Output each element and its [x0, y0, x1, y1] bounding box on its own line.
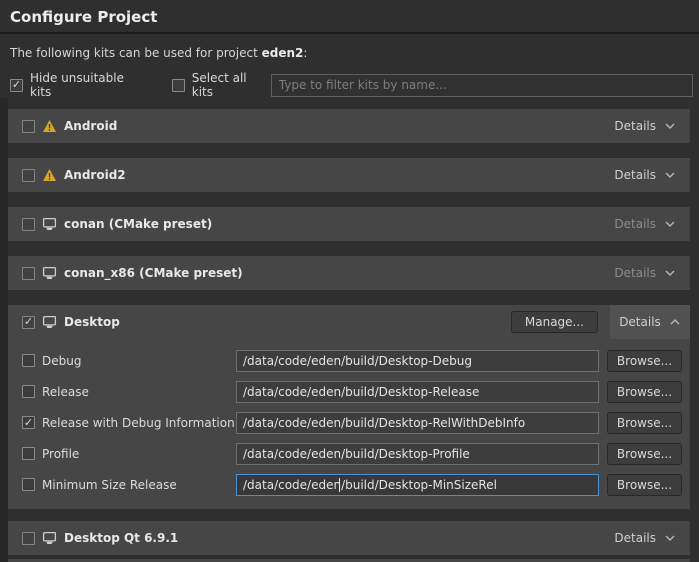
project-name: eden2	[262, 46, 304, 60]
details-label: Details	[614, 168, 656, 182]
warning-icon	[42, 168, 57, 182]
check-icon: ✓	[24, 417, 33, 428]
config-checkbox[interactable]	[22, 447, 35, 460]
kit-row-android: Android Details	[8, 109, 690, 143]
config-label: Minimum Size Release	[42, 478, 236, 492]
build-config-list: Debug Browse... Release Browse... ✓ Rele…	[8, 339, 690, 500]
path-field-wrap	[236, 350, 599, 372]
kit-checkbox[interactable]	[22, 267, 35, 280]
config-label: Release	[42, 385, 236, 399]
path-field-wrap	[236, 381, 599, 403]
kit-checkbox[interactable]	[22, 120, 35, 133]
kit-checkbox[interactable]: ✓	[22, 316, 35, 329]
path-field-wrap	[236, 443, 599, 465]
build-dir-input-focused[interactable]	[236, 474, 599, 496]
browse-button[interactable]: Browse...	[607, 412, 682, 434]
path-field-wrap	[236, 474, 599, 496]
details-label: Details	[614, 119, 656, 133]
build-dir-input[interactable]	[236, 412, 599, 434]
details-toggle[interactable]: Details	[614, 256, 690, 290]
kit-group-desktop: ✓ Desktop Manage... Details Debug Browse…	[8, 305, 690, 509]
select-all-kits-option[interactable]: Select all kits	[172, 71, 271, 99]
details-label: Details	[614, 531, 656, 545]
config-label: Profile	[42, 447, 236, 461]
details-toggle[interactable]: Details	[614, 207, 690, 241]
build-config-row-profile: Profile Browse...	[8, 438, 690, 469]
kit-row-desktop: ✓ Desktop Manage... Details	[8, 305, 690, 339]
kit-row-conan-x86: conan_x86 (CMake preset) Details	[8, 256, 690, 290]
chevron-down-icon	[664, 220, 676, 228]
chevron-down-icon	[664, 171, 676, 179]
kit-list: Android Details Android2 Details conan (…	[0, 109, 699, 562]
kit-row-conan: conan (CMake preset) Details	[8, 207, 690, 241]
desktop-icon	[42, 217, 57, 231]
details-toggle[interactable]: Details	[614, 158, 690, 192]
chevron-down-icon	[664, 122, 676, 130]
chevron-up-icon	[669, 318, 681, 326]
config-checkbox[interactable]	[22, 354, 35, 367]
details-label: Details	[614, 266, 656, 280]
browse-button[interactable]: Browse...	[607, 443, 682, 465]
kit-checkbox[interactable]	[22, 169, 35, 182]
text-cursor	[339, 478, 340, 492]
kit-checkbox[interactable]	[22, 218, 35, 231]
config-checkbox[interactable]: ✓	[22, 416, 35, 429]
kit-row-android2: Android2 Details	[8, 158, 690, 192]
hide-unsuitable-kits-option[interactable]: ✓ Hide unsuitable kits	[10, 71, 148, 99]
browse-button[interactable]: Browse...	[607, 474, 682, 496]
hide-unsuitable-checkbox[interactable]: ✓	[10, 79, 23, 92]
build-dir-input[interactable]	[236, 350, 599, 372]
page-title: Configure Project	[0, 0, 699, 34]
build-config-row-minsizerel: Minimum Size Release Browse...	[8, 469, 690, 500]
details-toggle[interactable]: Details	[614, 109, 690, 143]
details-label: Details	[619, 315, 661, 329]
warning-icon	[42, 119, 57, 133]
kits-info-text: The following kits can be used for proje…	[10, 46, 689, 61]
config-label: Release with Debug Information	[42, 416, 236, 430]
check-icon: ✓	[12, 79, 21, 90]
config-label: Debug	[42, 354, 236, 368]
desktop-icon	[42, 531, 57, 545]
browse-button[interactable]: Browse...	[607, 381, 682, 403]
desktop-icon	[42, 315, 57, 329]
details-toggle[interactable]: Details	[610, 305, 690, 339]
details-label: Details	[614, 217, 656, 231]
chevron-down-icon	[664, 269, 676, 277]
select-all-checkbox[interactable]	[172, 79, 185, 92]
hide-unsuitable-label: Hide unsuitable kits	[30, 71, 148, 99]
details-toggle[interactable]: Details	[614, 521, 690, 555]
build-dir-input[interactable]	[236, 443, 599, 465]
config-checkbox[interactable]	[22, 478, 35, 491]
kit-name: Android	[64, 119, 117, 133]
config-checkbox[interactable]	[22, 385, 35, 398]
select-all-label: Select all kits	[192, 71, 271, 99]
check-icon: ✓	[24, 316, 33, 327]
kit-name: conan (CMake preset)	[64, 217, 212, 231]
filter-kits-input[interactable]	[271, 74, 693, 97]
kits-toolbar: ✓ Hide unsuitable kits Select all kits	[10, 73, 693, 97]
path-field-wrap	[236, 412, 599, 434]
manage-kits-button[interactable]: Manage...	[511, 311, 598, 333]
kit-name: Desktop	[64, 315, 120, 329]
kit-name: Android2	[64, 168, 126, 182]
desktop-icon	[42, 266, 57, 280]
build-config-row-relwithdebinfo: ✓ Release with Debug Information Browse.…	[8, 407, 690, 438]
build-config-row-release: Release Browse...	[8, 376, 690, 407]
kit-checkbox[interactable]	[22, 532, 35, 545]
chevron-down-icon	[664, 534, 676, 542]
subtitle-suffix: :	[303, 46, 307, 60]
scroll-area-gutter	[0, 98, 8, 562]
browse-button[interactable]: Browse...	[607, 350, 682, 372]
kit-row-desktop-qt: Desktop Qt 6.9.1 Details	[8, 521, 690, 555]
build-config-row-debug: Debug Browse...	[8, 345, 690, 376]
kit-name: conan_x86 (CMake preset)	[64, 266, 243, 280]
subtitle-prefix: The following kits can be used for proje…	[10, 46, 262, 60]
build-dir-input[interactable]	[236, 381, 599, 403]
kit-name: Desktop Qt 6.9.1	[64, 531, 178, 545]
